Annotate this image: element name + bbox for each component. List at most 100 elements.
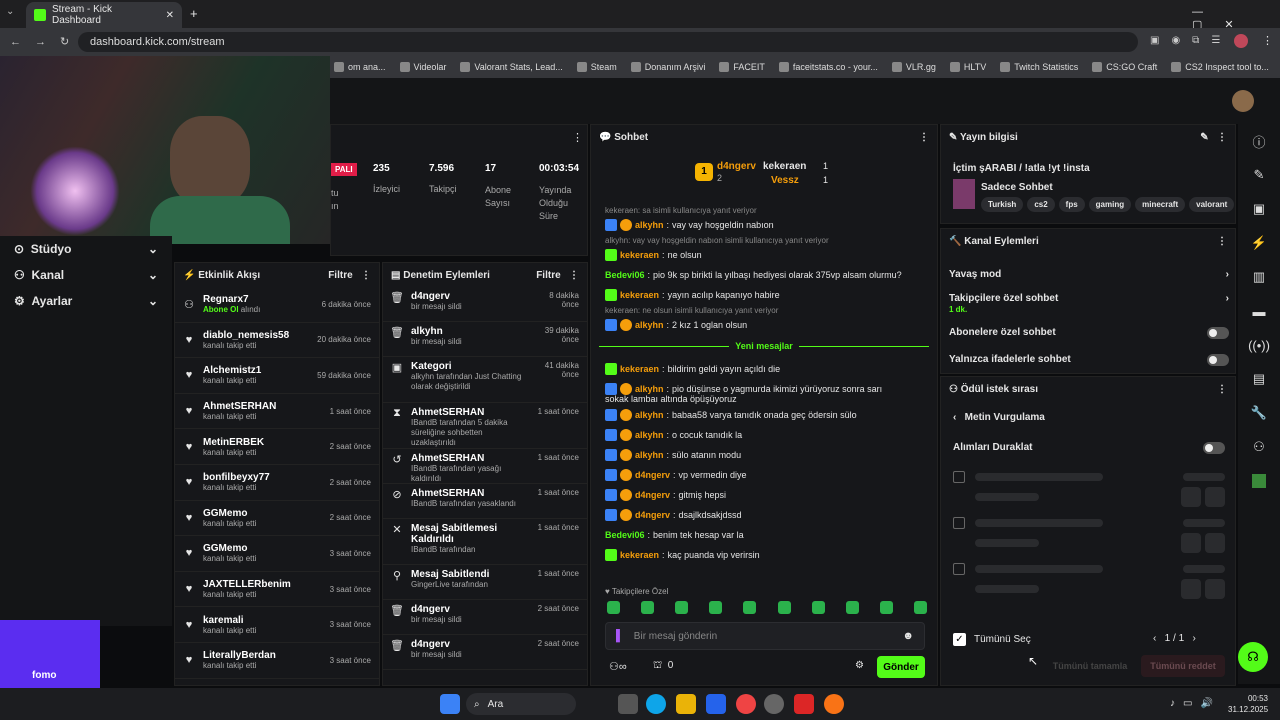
more-icon[interactable]: ⋮ bbox=[572, 131, 583, 144]
chat-username[interactable]: alkyhn bbox=[635, 450, 664, 460]
activity-item[interactable]: ♥ JAXTELLERbenim kanalı takip etti 3 saat ö… bbox=[175, 572, 379, 608]
url-field[interactable]: dashboard.kick.com/stream bbox=[78, 32, 1138, 52]
emote-icon[interactable] bbox=[709, 601, 723, 614]
emote-icon[interactable] bbox=[743, 601, 757, 614]
chat-message[interactable]: alkyhn: vay vay hoşgeldin nabıon bbox=[591, 215, 937, 235]
moderation-item[interactable]: ↺ AhmetSERHAN IBandB tarafından yasağı kal… bbox=[383, 449, 587, 484]
screen-icon[interactable]: ▣ bbox=[1238, 192, 1280, 226]
support-headset-icon[interactable]: ☊ bbox=[1238, 642, 1268, 672]
emote-icon[interactable] bbox=[811, 601, 825, 614]
stream-tag[interactable]: fps bbox=[1058, 197, 1085, 212]
taskbar-search[interactable]: ⌕ Ara bbox=[466, 693, 576, 715]
activity-item[interactable]: ♥ LiterallyBerdan kanalı takip etti 3 saat … bbox=[175, 643, 379, 679]
chrome-icon[interactable] bbox=[736, 694, 756, 714]
chat-username[interactable]: alkyhn bbox=[635, 430, 664, 440]
chat-message[interactable]: Bedevi06: pio 9k sp birikti la yılbaşı he… bbox=[591, 265, 937, 285]
chat-message[interactable]: Bedevi06: benim tek hesap var la bbox=[591, 525, 937, 545]
bookmark-item[interactable]: Videolar bbox=[399, 62, 446, 72]
followers-only-row[interactable]: Takipçilere özel sohbet 1 dk. › bbox=[949, 293, 1229, 315]
chat-message[interactable]: d4ngerv: dsajlkdsakjdssd bbox=[591, 505, 937, 525]
extensions-icons[interactable]: ▣◉⧉☰ bbox=[1150, 35, 1232, 46]
document-icon[interactable]: ▥ bbox=[1238, 260, 1280, 294]
chat-message[interactable]: alkyhn: sülo atanın modu bbox=[591, 445, 937, 465]
emote-icon[interactable] bbox=[777, 601, 791, 614]
gift-icon[interactable]: ⛫ 0 bbox=[653, 660, 673, 673]
user-avatar[interactable] bbox=[1232, 90, 1254, 112]
clock[interactable]: 00:53 31.12.2025 bbox=[1228, 693, 1268, 715]
chat-username[interactable]: alkyhn bbox=[635, 410, 664, 420]
activity-item[interactable]: ⚇ Regnarx7 Abone Ol alındı 6 dakika önce bbox=[175, 287, 379, 323]
top-chatter-2[interactable]: kekeraen bbox=[763, 161, 806, 172]
fomo-widget[interactable]: fomo bbox=[0, 620, 100, 688]
accept-all-button[interactable]: Tümünü tamamla bbox=[1043, 655, 1137, 677]
top-chatter-1[interactable]: d4ngerv bbox=[717, 161, 756, 172]
chat-message[interactable]: d4ngerv: vp vermedin diye bbox=[591, 465, 937, 485]
bookmark-item[interactable]: VLR.gg bbox=[891, 62, 936, 72]
chat-username[interactable]: alkyhn bbox=[635, 320, 664, 330]
bookmark-item[interactable]: Valorant Stats, Lead... bbox=[460, 62, 563, 72]
chat-username[interactable]: d4ngerv bbox=[635, 510, 670, 520]
moderation-item[interactable]: 🗑 d4ngerv bir mesajı sildi 8 dakika önce bbox=[383, 287, 587, 322]
chrome-active-icon[interactable] bbox=[824, 694, 844, 714]
tray-icons[interactable]: ♪▭🔊 bbox=[1170, 698, 1221, 709]
more-icon[interactable]: ⋮ bbox=[919, 132, 929, 143]
activity-item[interactable]: ♥ karemali kanalı takip etti 3 saat önce bbox=[175, 607, 379, 643]
chat-username[interactable]: kekeraen bbox=[620, 250, 659, 260]
bookmark-item[interactable]: Twitch Statistics bbox=[1000, 62, 1078, 72]
category-name[interactable]: Sadece Sohbet bbox=[981, 182, 1053, 193]
chat-message[interactable]: alkyhn:2 kız 1 oglan olsun bbox=[591, 315, 937, 335]
bookmark-item[interactable]: om ana... bbox=[334, 62, 386, 72]
minecraft-icon[interactable] bbox=[1238, 464, 1280, 498]
new-tab-button[interactable]: + bbox=[190, 6, 198, 21]
sidebar-item-settings[interactable]: ⚙ Ayarlar ⌄ bbox=[0, 288, 172, 314]
emote-icon[interactable] bbox=[913, 601, 927, 614]
select-all-row[interactable]: ✓ Tümünü Seç bbox=[953, 633, 1031, 646]
windows-start-icon[interactable] bbox=[440, 694, 460, 714]
bookmark-item[interactable]: CS:GO Craft bbox=[1092, 62, 1157, 72]
activity-item[interactable]: ♥ GGMemo kanalı takip etti 2 saat önce bbox=[175, 501, 379, 537]
top-chatter-3[interactable]: Vessz bbox=[771, 175, 799, 186]
steam-icon[interactable] bbox=[764, 694, 784, 714]
edit-icon[interactable]: ✎ bbox=[1238, 158, 1280, 192]
moderation-item[interactable]: ⚲ Mesaj Sabitlendi GingerLive tarafından 1 … bbox=[383, 565, 587, 600]
stream-tag[interactable]: minecraft bbox=[1135, 197, 1186, 212]
moderation-item[interactable]: ✕ Mesaj Sabitlemesi Kaldırıldı IBandB tara… bbox=[383, 519, 587, 565]
file-explorer-icon[interactable] bbox=[676, 694, 696, 714]
lightning-icon[interactable]: ⚡ bbox=[1238, 226, 1280, 260]
sidebar-item-channel[interactable]: ⚇ Kanal ⌄ bbox=[0, 262, 172, 288]
pause-toggle[interactable] bbox=[1203, 442, 1225, 454]
emote-icon[interactable] bbox=[641, 601, 655, 614]
info-icon[interactable]: ⓘ bbox=[1238, 124, 1280, 158]
bookmark-item[interactable]: faceitstats.co - your... bbox=[778, 62, 878, 72]
emoji-icon[interactable]: ☻ bbox=[902, 630, 914, 642]
chat-input[interactable]: ▌ Bir mesaj gönderin ☻ bbox=[605, 622, 925, 650]
emotes-only-toggle[interactable] bbox=[1207, 354, 1229, 366]
emote-icon[interactable] bbox=[607, 601, 620, 614]
moderation-item[interactable]: ⊘ AhmetSERHAN IBandB tarafından yasaklandı… bbox=[383, 484, 587, 519]
reject-all-button[interactable]: Tümünü reddet bbox=[1141, 655, 1225, 677]
more-icon[interactable]: ⋮ bbox=[1217, 384, 1227, 395]
chat-username[interactable]: alkyhn bbox=[635, 220, 664, 230]
chat-username[interactable]: Bedevi06 bbox=[605, 270, 645, 280]
activity-item[interactable]: ♥ Alchemistz1 kanalı takip etti 59 dakika ö… bbox=[175, 358, 379, 394]
row-checkbox[interactable] bbox=[953, 563, 965, 575]
moderation-icon[interactable]: ▤ bbox=[1238, 362, 1280, 396]
bookmark-item[interactable]: Steam bbox=[576, 62, 617, 72]
close-tab-icon[interactable]: ✕ bbox=[166, 10, 174, 21]
task-view-icon[interactable] bbox=[618, 694, 638, 714]
chat-message[interactable]: alkyhn: babaa58 varya tanıdık onada geç ö… bbox=[591, 405, 937, 425]
bookmark-item[interactable]: CS2 Inspect tool to... bbox=[1171, 62, 1269, 72]
chat-message[interactable]: d4ngerv: gitmiş hepsi bbox=[591, 485, 937, 505]
slow-mode-row[interactable]: Yavaş mod › bbox=[949, 269, 1229, 280]
chat-message[interactable]: kekeraen: kaç puanda vip verirsin bbox=[591, 545, 937, 565]
subs-only-toggle[interactable] bbox=[1207, 327, 1229, 339]
chat-message[interactable]: kekeraen: bildirim geldi yayın açıldı die bbox=[591, 359, 937, 379]
emote-icon[interactable] bbox=[879, 601, 893, 614]
browser-tab[interactable]: Stream - Kick Dashboard ✕ bbox=[26, 2, 182, 28]
emote-icon[interactable] bbox=[845, 601, 859, 614]
chat-message[interactable]: kekeraen: yayın acılıp kapanıyo habire bbox=[591, 285, 937, 305]
chat-username[interactable]: alkyhn bbox=[635, 384, 664, 394]
chat-message[interactable]: alkyhn: o cocuk tanıdık la bbox=[591, 425, 937, 445]
bookmark-item[interactable]: HLTV bbox=[949, 62, 986, 72]
sidebar-item-studio[interactable]: ⊙ Stüdyo ⌄ bbox=[0, 236, 172, 262]
